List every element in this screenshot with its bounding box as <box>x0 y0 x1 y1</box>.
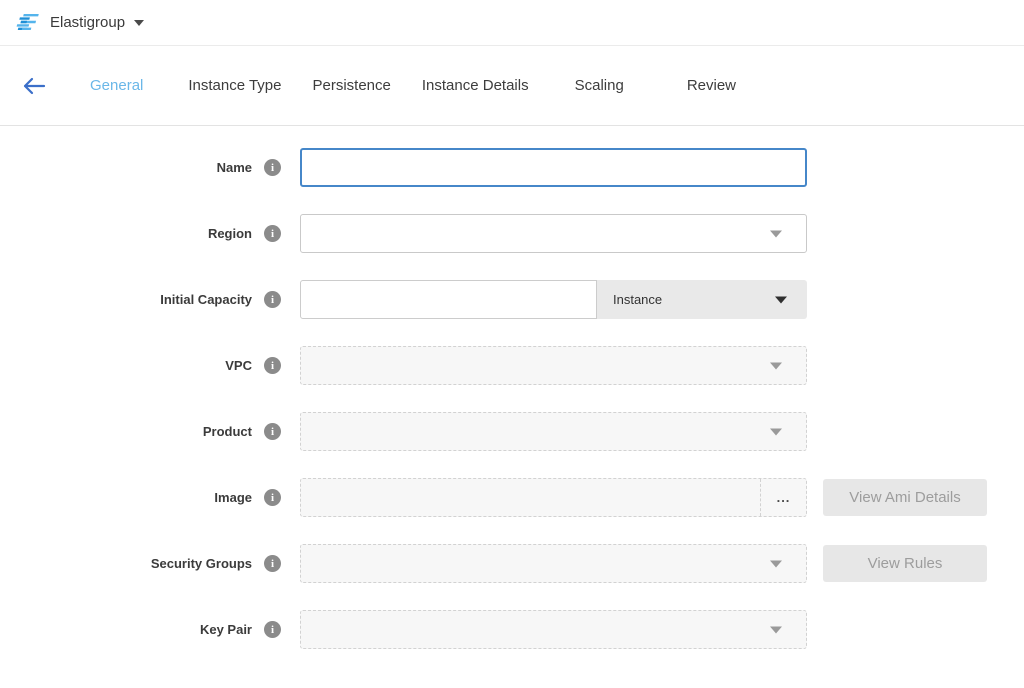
chevron-down-icon <box>775 296 787 303</box>
region-select[interactable] <box>300 214 807 253</box>
region-info-icon[interactable]: i <box>264 225 281 242</box>
top-bar: Elastigroup <box>0 0 1024 46</box>
image-input: ... <box>300 478 807 517</box>
vpc-label: VPC <box>0 358 252 373</box>
tab-persistence[interactable]: Persistence <box>313 77 391 94</box>
name-row: Name i <box>0 148 1024 187</box>
initial-capacity-row: Initial Capacity i Instance <box>0 280 1024 319</box>
tab-scaling[interactable]: Scaling <box>575 77 624 94</box>
initial-capacity-label: Initial Capacity <box>0 292 252 307</box>
vpc-info-icon[interactable]: i <box>264 357 281 374</box>
image-info-icon[interactable]: i <box>264 489 281 506</box>
image-browse-button[interactable]: ... <box>760 479 806 516</box>
security-groups-info-icon[interactable]: i <box>264 555 281 572</box>
name-label: Name <box>0 160 252 175</box>
general-settings-form: Name i Region i Initial Capacity i Insta… <box>0 148 1024 649</box>
view-rules-button[interactable]: View Rules <box>823 545 987 582</box>
view-ami-details-button[interactable]: View Ami Details <box>823 479 987 516</box>
vpc-row: VPC i <box>0 346 1024 385</box>
initial-capacity-unit-value: Instance <box>613 292 662 307</box>
back-arrow-icon <box>22 77 46 95</box>
key-pair-label: Key Pair <box>0 622 252 637</box>
chevron-down-icon <box>770 626 782 633</box>
tab-list: General Instance Type Persistence Instan… <box>90 77 736 94</box>
product-select <box>300 412 807 451</box>
security-groups-select <box>300 544 807 583</box>
wizard-tab-bar: General Instance Type Persistence Instan… <box>0 46 1024 126</box>
initial-capacity-unit-select[interactable]: Instance <box>597 280 807 319</box>
app-title[interactable]: Elastigroup <box>50 14 125 31</box>
region-row: Region i <box>0 214 1024 253</box>
product-label: Product <box>0 424 252 439</box>
key-pair-row: Key Pair i <box>0 610 1024 649</box>
tab-review[interactable]: Review <box>687 77 736 94</box>
initial-capacity-info-icon[interactable]: i <box>264 291 281 308</box>
image-label: Image <box>0 490 252 505</box>
chevron-down-icon <box>770 560 782 567</box>
vpc-select <box>300 346 807 385</box>
name-input[interactable] <box>300 148 807 187</box>
image-row: Image i ... View Ami Details <box>0 478 1024 517</box>
security-groups-row: Security Groups i View Rules <box>0 544 1024 583</box>
back-button[interactable] <box>22 77 46 95</box>
app-switcher-caret-icon[interactable] <box>134 20 144 26</box>
region-label: Region <box>0 226 252 241</box>
security-groups-label: Security Groups <box>0 556 252 571</box>
tab-general[interactable]: General <box>90 77 143 94</box>
chevron-down-icon <box>770 230 782 237</box>
chevron-down-icon <box>770 428 782 435</box>
key-pair-info-icon[interactable]: i <box>264 621 281 638</box>
key-pair-select <box>300 610 807 649</box>
elastigroup-logo-icon <box>14 13 40 33</box>
initial-capacity-input[interactable] <box>300 280 597 319</box>
tab-instance-type[interactable]: Instance Type <box>188 77 281 94</box>
product-row: Product i <box>0 412 1024 451</box>
chevron-down-icon <box>770 362 782 369</box>
name-info-icon[interactable]: i <box>264 159 281 176</box>
product-info-icon[interactable]: i <box>264 423 281 440</box>
tab-instance-details[interactable]: Instance Details <box>422 77 529 94</box>
